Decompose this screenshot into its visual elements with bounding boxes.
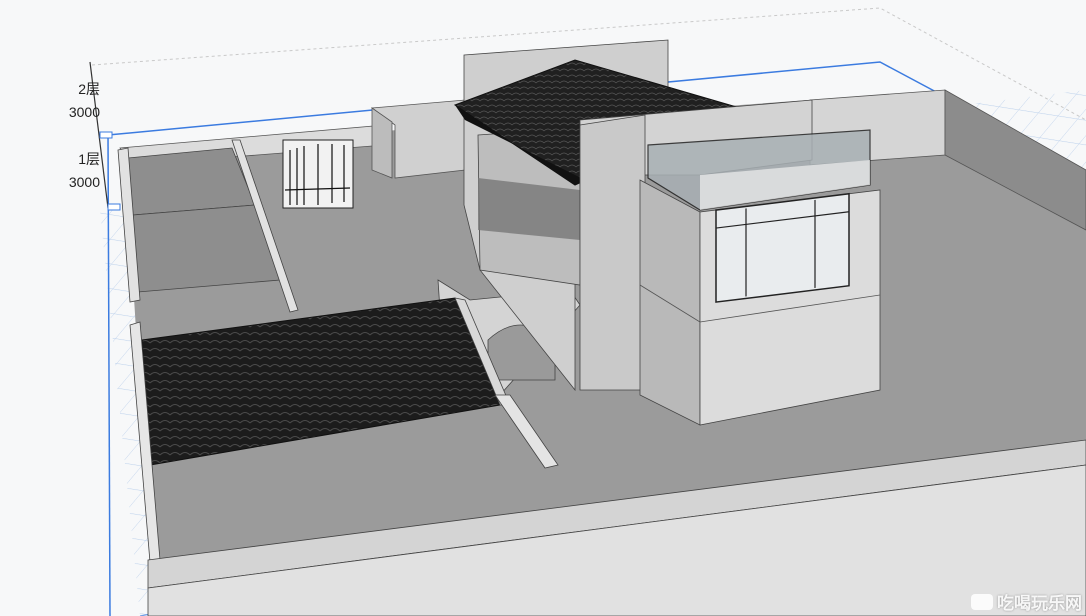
left-room-top — [127, 147, 256, 216]
3d-viewport[interactable]: 2层 3000 1层 3000 吃喝玩乐网 — [0, 0, 1086, 616]
watermark-logo-icon — [971, 593, 993, 610]
level-handle-2 — [107, 203, 121, 211]
floor-2-height: 3000 — [68, 104, 100, 120]
floor-1-name: 1层 — [78, 151, 100, 167]
front-window — [715, 192, 850, 303]
level-handle-1 — [99, 131, 113, 139]
floor-2-name: 2层 — [78, 81, 100, 97]
watermark: 吃喝玩乐网 — [971, 589, 1082, 614]
floor-1-height: 3000 — [68, 174, 100, 190]
house-3d-model[interactable] — [0, 0, 1086, 616]
watermark-text: 吃喝玩乐网 — [997, 594, 1082, 613]
